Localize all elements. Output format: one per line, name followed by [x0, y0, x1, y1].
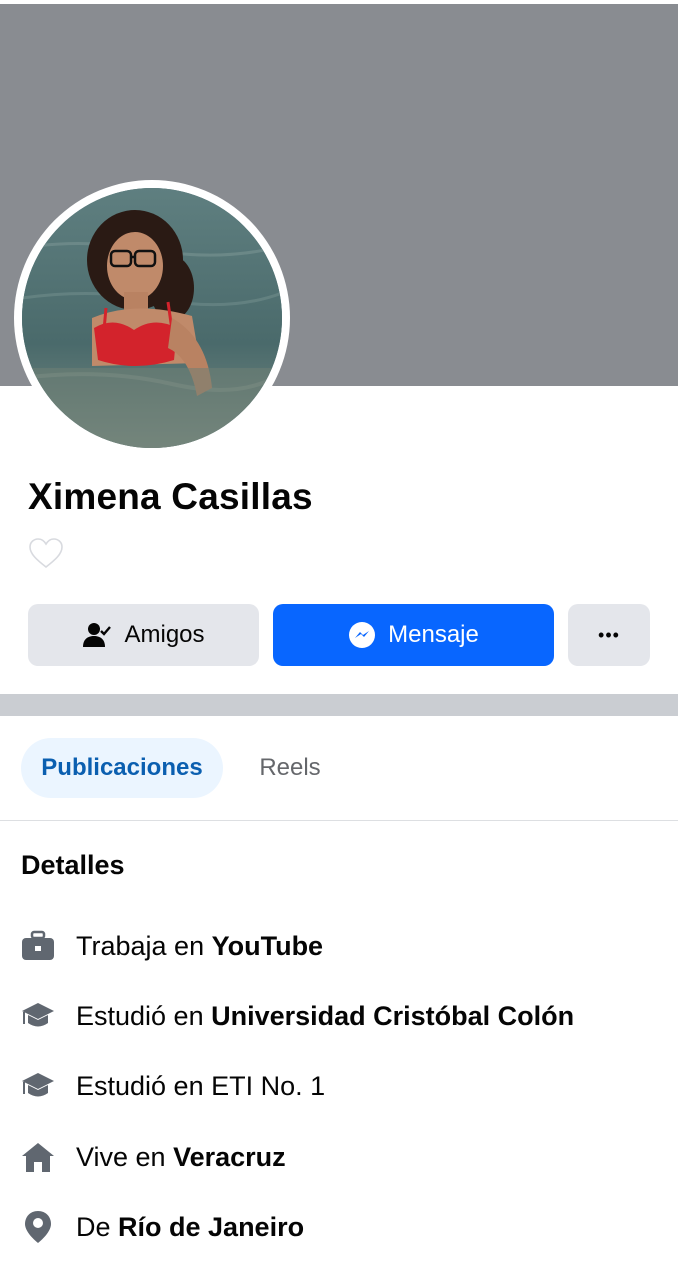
section-divider — [0, 694, 678, 716]
tab-reels-label: Reels — [259, 754, 321, 781]
detail-work[interactable]: Trabaja en YouTube — [20, 926, 323, 966]
friends-button[interactable]: Amigos — [28, 604, 259, 666]
graduation-cap-icon — [20, 1068, 56, 1104]
messenger-icon — [348, 621, 376, 649]
detail-from[interactable]: De Río de Janeiro — [20, 1207, 304, 1247]
avatar[interactable] — [22, 188, 282, 448]
detail-from-prefix: De — [76, 1211, 119, 1242]
detail-lives-in-value[interactable]: Veracruz — [173, 1142, 286, 1173]
detail-education-1-prefix: Estudió en — [76, 1000, 212, 1031]
detail-work-value[interactable]: YouTube — [212, 931, 323, 962]
tabs-divider — [0, 820, 678, 821]
detail-education-1-value[interactable]: Universidad Cristóbal Colón — [211, 1001, 574, 1032]
location-pin-icon — [20, 1209, 56, 1245]
tab-reels[interactable]: Reels — [240, 738, 340, 798]
home-icon — [20, 1139, 56, 1175]
status-bar-edge — [0, 0, 678, 4]
detail-work-prefix: Trabaja en — [76, 930, 212, 961]
profile-picture[interactable] — [14, 180, 290, 456]
avatar-photo — [22, 188, 282, 448]
graduation-cap-icon — [20, 998, 56, 1034]
friends-label: Amigos — [124, 621, 205, 648]
details-heading: Detalles — [21, 850, 125, 880]
more-options-icon: ••• — [598, 624, 620, 645]
detail-lives-in-prefix: Vive en — [76, 1141, 174, 1172]
detail-education-2[interactable]: Estudió en ETI No. 1 — [20, 1066, 325, 1106]
tab-posts-label: Publicaciones — [41, 754, 203, 781]
friend-check-icon — [82, 622, 112, 648]
tab-posts[interactable]: Publicaciones — [21, 738, 223, 798]
detail-education-1[interactable]: Estudió en Universidad Cristóbal Colón — [20, 996, 574, 1036]
detail-from-value[interactable]: Río de Janeiro — [118, 1212, 304, 1243]
profile-name: Ximena Casillas — [28, 476, 313, 517]
briefcase-icon — [20, 928, 56, 964]
more-options-button[interactable]: ••• — [568, 604, 650, 666]
heart-icon — [29, 538, 63, 569]
message-label: Mensaje — [388, 621, 479, 648]
detail-lives-in[interactable]: Vive en Veracruz — [20, 1137, 286, 1177]
detail-education-2-text: Estudió en ETI No. 1 — [76, 1070, 326, 1101]
message-button[interactable]: Mensaje — [273, 604, 554, 666]
